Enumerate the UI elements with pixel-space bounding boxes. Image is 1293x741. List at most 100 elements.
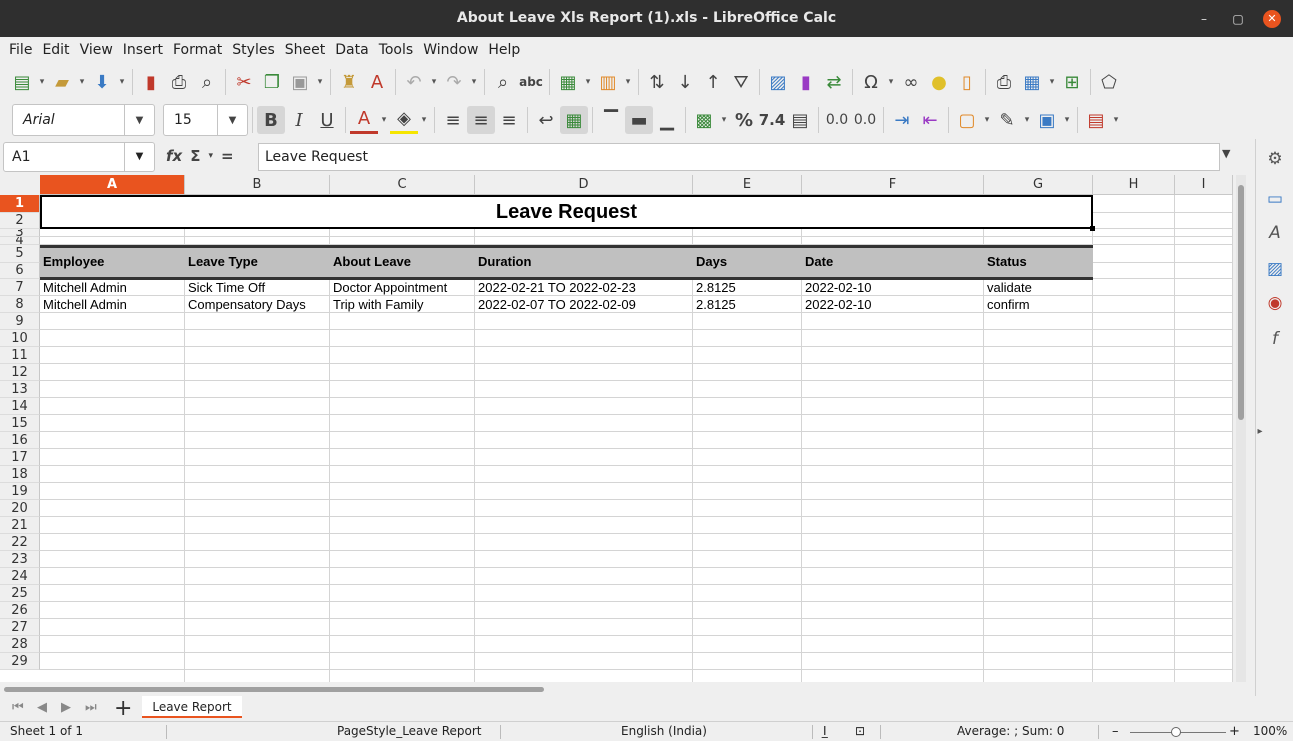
insert-mode-icon[interactable]: I̲ xyxy=(823,724,827,738)
autofill-handle[interactable] xyxy=(1090,226,1095,231)
borders-dropdown-icon[interactable]: ▾ xyxy=(981,115,993,125)
align-left-icon[interactable]: ≡ xyxy=(439,106,467,134)
date-format-icon[interactable]: ▤ xyxy=(786,106,814,134)
column-icon[interactable]: ▥ xyxy=(594,68,622,96)
print-icon[interactable]: ⎙ xyxy=(165,68,193,96)
headers-footers-icon[interactable]: ▯ xyxy=(953,68,981,96)
column-dropdown-icon[interactable]: ▾ xyxy=(622,77,634,87)
row-header-24[interactable]: 24 xyxy=(0,568,40,585)
column-header-i[interactable]: I xyxy=(1175,175,1233,195)
header-cell[interactable]: Duration xyxy=(478,254,531,272)
row-header-5[interactable]: 5 xyxy=(0,245,40,263)
cut-icon[interactable]: ✂ xyxy=(230,68,258,96)
menu-view[interactable]: View xyxy=(75,42,118,58)
header-cell[interactable]: Days xyxy=(696,254,727,272)
name-box[interactable]: A1 ▼ xyxy=(3,142,155,172)
menu-sheet[interactable]: Sheet xyxy=(280,42,330,58)
define-print-area-icon[interactable]: ⎙ xyxy=(990,68,1018,96)
row-header-14[interactable]: 14 xyxy=(0,398,40,415)
close-button[interactable]: ✕ xyxy=(1263,9,1281,28)
menu-tools[interactable]: Tools xyxy=(374,42,419,58)
print-preview-icon[interactable]: ⌕ xyxy=(193,68,221,96)
row-header-1[interactable]: 1 xyxy=(0,195,40,213)
data-cell[interactable]: Mitchell Admin xyxy=(43,279,183,296)
autofilter-icon[interactable]: ⛛ xyxy=(727,68,755,96)
styles-icon[interactable]: A xyxy=(1263,221,1287,245)
column-header-d[interactable]: D xyxy=(475,175,693,195)
row-header-16[interactable]: 16 xyxy=(0,432,40,449)
background-color-dropdown-icon[interactable]: ▾ xyxy=(418,115,430,125)
row-header-4[interactable]: 4 xyxy=(0,237,40,245)
first-sheet-icon[interactable]: ⏮ xyxy=(12,700,24,715)
column-header-g[interactable]: G xyxy=(984,175,1093,195)
data-cell[interactable]: Trip with Family xyxy=(333,296,473,313)
open-folder-icon[interactable]: ▰ xyxy=(48,68,76,96)
borders-icon[interactable]: ▢ xyxy=(953,106,981,134)
column-header-f[interactable]: F xyxy=(802,175,984,195)
special-character-dropdown-icon[interactable]: ▾ xyxy=(885,77,897,87)
center-vertically-icon[interactable]: ▬ xyxy=(625,106,653,134)
clone-formatting-icon[interactable]: ♜ xyxy=(335,68,363,96)
row-dropdown-icon[interactable]: ▾ xyxy=(582,77,594,87)
redo-icon[interactable]: ↷ xyxy=(440,68,468,96)
column-header-a[interactable]: A xyxy=(40,175,185,195)
maximize-button[interactable]: ▢ xyxy=(1229,10,1247,28)
border-color-dropdown-icon[interactable]: ▾ xyxy=(1061,115,1073,125)
copy-icon[interactable]: ❐ xyxy=(258,68,286,96)
find-replace-icon[interactable]: ⌕ xyxy=(489,68,517,96)
data-cell[interactable]: 2022-02-10 xyxy=(805,296,982,313)
row-header-15[interactable]: 15 xyxy=(0,415,40,432)
sidebar-collapse-icon[interactable]: ▸ xyxy=(1248,419,1272,443)
align-bottom-icon[interactable]: ▁ xyxy=(653,106,681,134)
data-cell[interactable]: 2022-02-21 TO 2022-02-23 xyxy=(478,279,691,296)
data-cell[interactable]: 2.8125 xyxy=(696,279,800,296)
align-center-icon[interactable]: ≡ xyxy=(467,106,495,134)
row-header-13[interactable]: 13 xyxy=(0,381,40,398)
currency-format-icon[interactable]: ▩ xyxy=(690,106,718,134)
export-pdf-icon[interactable]: ▮ xyxy=(137,68,165,96)
split-window-icon[interactable]: ⊞ xyxy=(1058,68,1086,96)
row-header-26[interactable]: 26 xyxy=(0,602,40,619)
decrease-indent-icon[interactable]: ⇤ xyxy=(916,106,944,134)
data-cell[interactable]: Doctor Appointment xyxy=(333,279,473,296)
expand-formula-bar-icon[interactable]: ▼ xyxy=(1222,147,1230,160)
font-name-dropdown-icon[interactable]: ▼ xyxy=(124,105,154,135)
currency-dropdown-icon[interactable]: ▾ xyxy=(718,115,730,125)
row-header-18[interactable]: 18 xyxy=(0,466,40,483)
row-header-3[interactable]: 3 xyxy=(0,229,40,237)
font-size-box[interactable]: 15 ▼ xyxy=(163,104,248,136)
merge-center-icon[interactable]: ▦ xyxy=(560,106,588,134)
data-cell[interactable]: 2.8125 xyxy=(696,296,800,313)
insert-chart-icon[interactable]: ▮ xyxy=(792,68,820,96)
save-icon[interactable]: ⬇ xyxy=(88,68,116,96)
font-color-icon[interactable]: A xyxy=(350,106,378,134)
paste-dropdown-icon[interactable]: ▾ xyxy=(314,77,326,87)
font-color-dropdown-icon[interactable]: ▾ xyxy=(378,115,390,125)
freeze-dropdown-icon[interactable]: ▾ xyxy=(1046,77,1058,87)
save-dropdown-icon[interactable]: ▾ xyxy=(116,77,128,87)
font-name-box[interactable]: Arial ▼ xyxy=(12,104,155,136)
spelling-icon[interactable]: abc xyxy=(517,68,545,96)
menu-file[interactable]: File xyxy=(4,42,37,58)
zoom-slider-knob[interactable] xyxy=(1171,727,1181,737)
data-cell[interactable]: Compensatory Days xyxy=(188,296,328,313)
undo-icon[interactable]: ↶ xyxy=(400,68,428,96)
row-header-25[interactable]: 25 xyxy=(0,585,40,602)
page-style[interactable]: PageStyle_Leave Report xyxy=(337,724,481,738)
row-header-7[interactable]: 7 xyxy=(0,279,40,296)
formula-input[interactable]: Leave Request xyxy=(258,143,1220,171)
insert-image-icon[interactable]: ▨ xyxy=(764,68,792,96)
bold-button[interactable]: B xyxy=(257,106,285,134)
last-sheet-icon[interactable]: ⏭ xyxy=(85,700,97,715)
header-cell[interactable]: Leave Type xyxy=(188,254,258,272)
new-dropdown-icon[interactable]: ▾ xyxy=(36,77,48,87)
sort-ascending-icon[interactable]: ↓ xyxy=(671,68,699,96)
sheet-tab-leave-report[interactable]: Leave Report xyxy=(142,696,242,718)
gallery-icon[interactable]: ▨ xyxy=(1263,257,1287,281)
border-style-dropdown-icon[interactable]: ▾ xyxy=(1021,115,1033,125)
data-cell[interactable]: confirm xyxy=(987,296,1091,313)
column-header-b[interactable]: B xyxy=(185,175,330,195)
header-cell[interactable]: Date xyxy=(805,254,833,272)
data-cell[interactable]: Mitchell Admin xyxy=(43,296,183,313)
special-character-icon[interactable]: Ω xyxy=(857,68,885,96)
